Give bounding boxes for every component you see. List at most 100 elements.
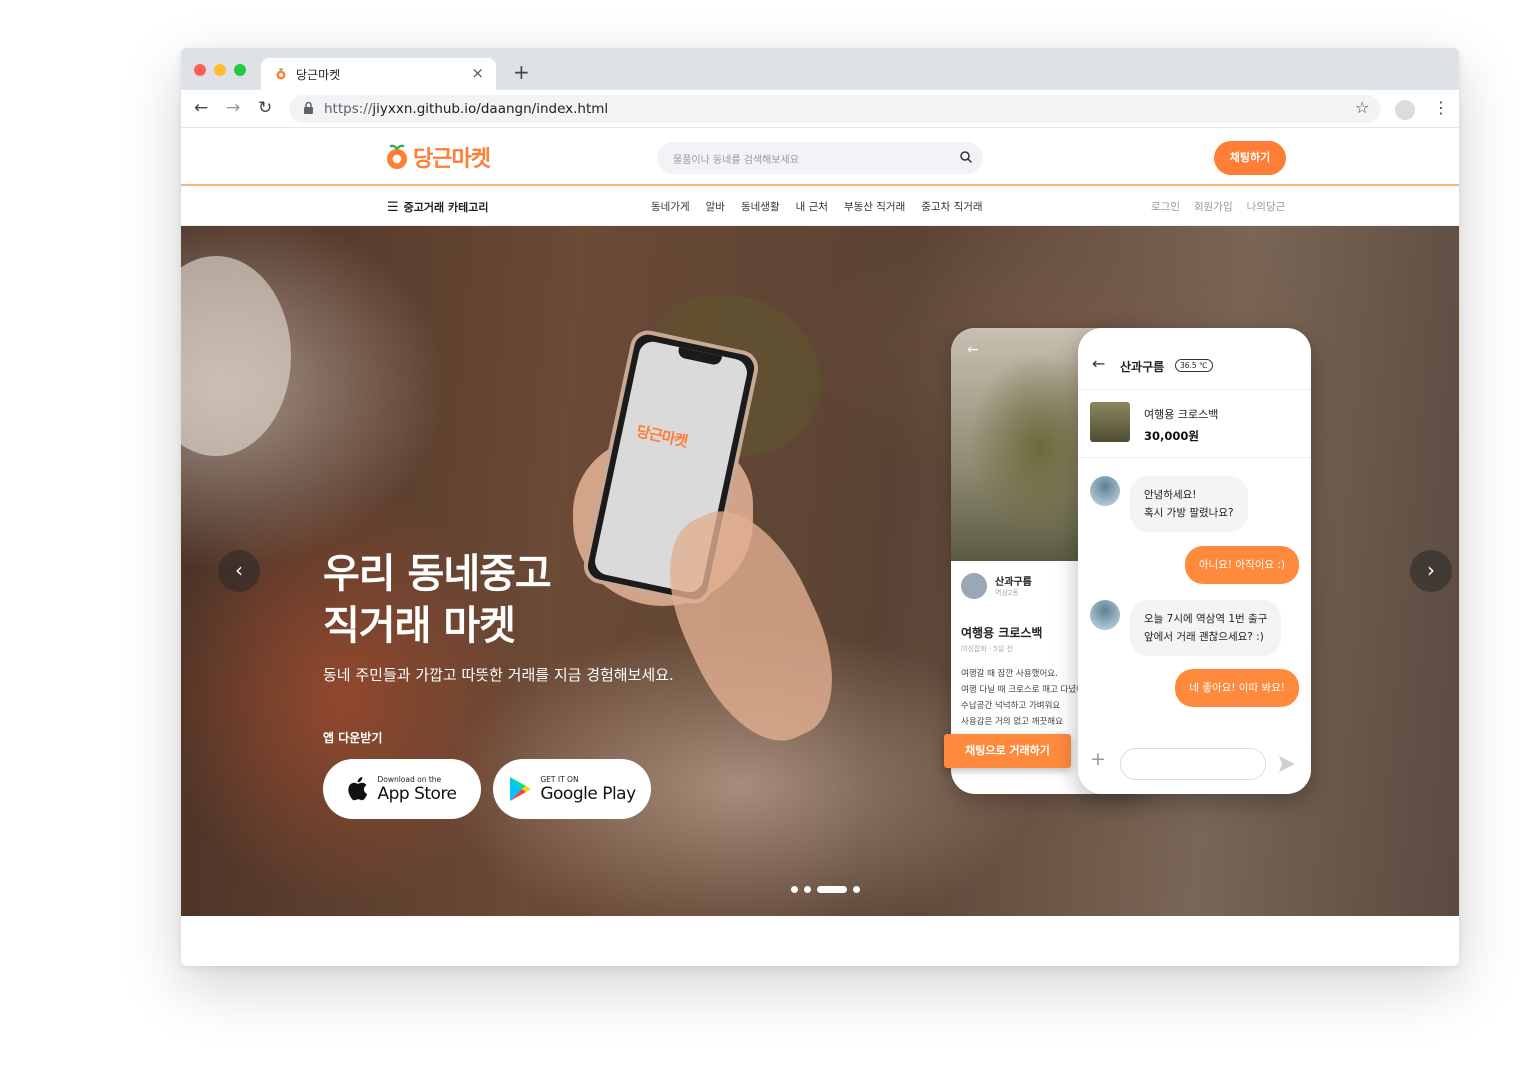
pagination-dot-4[interactable] [853,886,860,893]
googleplay-button[interactable]: GET IT ON Google Play [493,759,651,819]
nav-item-nearby[interactable]: 내 근처 [796,199,828,214]
profile-avatar[interactable] [1395,100,1415,120]
category-label: 중고거래 카테고리 [403,201,489,214]
chat-header: ← 산과구름 36.5 ℃ [1078,328,1311,390]
chat-card: ← 산과구름 36.5 ℃ 여행용 크로스백 30,000원 안녕하세요! 혹시… [1078,328,1311,794]
logo-text: 당근마켓 [413,147,491,172]
login-link[interactable]: 로그인 [1151,199,1180,214]
back-arrow-icon: ← [1092,354,1106,373]
message-line: 앞에서 거래 괜찮으세요? :) [1144,631,1264,643]
nav-item-usedcar[interactable]: 중고차 직거래 [921,199,982,214]
lock-icon [304,101,313,114]
chat-user-name: 산과구름 [1120,360,1165,374]
search-placeholder: 물품이나 동네를 검색해보세요 [673,155,799,166]
address-bar[interactable]: https://jiyxxn.github.io/daangn/index.ht… [289,95,1381,123]
chat-message-input [1120,748,1266,780]
chat-product-price: 30,000원 [1144,429,1199,443]
browser-window: 당근마켓 × + ← → ↻ https://jiyxxn.github.io/… [181,48,1459,966]
global-nav: ☰ 중고거래 카테고리 동네가게 알바 동네생활 내 근처 부동산 직거래 중고차… [181,186,1459,226]
message-line: 안녕하세요! [1144,489,1197,501]
chat-button[interactable]: 채팅하기 [1214,141,1286,175]
item-title: 여행용 크로스백 [961,626,1043,640]
chat-message-outgoing: 아니요! 아직이요 :) [1184,546,1299,584]
next-slide-button[interactable]: › [1410,550,1452,592]
gnb-menu: 동네가게 알바 동네생활 내 근처 부동산 직거래 중고차 직거래 [651,199,983,214]
phone-notch [677,347,723,366]
chat-message-incoming: 안녕하세요! 혹시 가방 팔렸나요? [1130,476,1248,532]
close-window-button[interactable] [194,64,206,76]
back-arrow-icon: ← [967,342,979,358]
nav-item-realestate[interactable]: 부동산 직거래 [844,199,905,214]
chat-partner-avatar [1090,600,1120,630]
chat-partner-avatar [1090,476,1120,506]
googleplay-icon [510,777,532,801]
chevron-right-icon: › [1427,558,1435,582]
googleplay-label: GET IT ON Google Play [540,774,636,804]
googleplay-big-text: Google Play [540,783,636,804]
seller-location: 역삼2동 [995,589,1019,597]
nav-item-community[interactable]: 동네생활 [741,199,780,214]
site-header: 당근마켓 물품이나 동네를 검색해보세요 채팅하기 [181,128,1459,186]
manner-temperature-badge: 36.5 ℃ [1175,359,1213,372]
appstore-label: Download on the App Store [377,775,457,804]
site-logo[interactable]: 당근마켓 [385,142,491,172]
category-menu-button[interactable]: ☰ 중고거래 카테고리 [387,199,488,215]
nav-item-parttime[interactable]: 알바 [706,199,725,214]
chat-message-incoming: 오늘 7시에 역삼역 1번 출구 앞에서 거래 괜찮으세요? :) [1130,600,1282,656]
item-meta: 여성잡화 · 5일 전 [961,645,1013,653]
chat-product-name: 여행용 크로스백 [1144,408,1219,421]
pagination-dot-2[interactable] [804,886,811,893]
hero-title-line1: 우리 동네중고 [323,551,552,597]
bookmark-star-icon[interactable]: ☆ [1355,98,1369,117]
reload-icon[interactable]: ↻ [258,98,272,118]
nav-item-local-store[interactable]: 동네가게 [651,199,690,214]
signup-link[interactable]: 회원가입 [1194,199,1233,214]
plus-icon: + [1090,748,1106,770]
slide-pagination [791,886,860,893]
maximize-window-button[interactable] [234,64,246,76]
forward-arrow-icon[interactable]: → [226,98,240,118]
close-tab-icon[interactable]: × [471,64,484,82]
my-carrot-link[interactable]: 나의당근 [1247,199,1286,214]
pagination-dot-3-active[interactable] [817,886,847,893]
hero-title: 우리 동네중고 직거래 마켓 [323,548,552,652]
chat-product-thumbnail [1090,402,1130,442]
message-line: 혹시 가방 팔렸나요? [1144,507,1234,519]
appstore-big-text: App Store [377,783,457,804]
apple-icon [348,777,368,801]
seller-avatar [961,573,987,599]
back-arrow-icon[interactable]: ← [194,98,208,118]
seller-name: 산과구름 [995,577,1032,588]
browser-toolbar: ← → ↻ https://jiyxxn.github.io/daangn/in… [181,90,1459,128]
browser-tab[interactable]: 당근마켓 × [261,58,496,90]
pagination-dot-1[interactable] [791,886,798,893]
chat-input-bar: + [1078,734,1311,794]
googleplay-small-text: GET IT ON [540,774,579,784]
url-text: https://jiyxxn.github.io/daangn/index.ht… [324,101,609,117]
carrot-logo-icon [387,144,407,169]
minimize-window-button[interactable] [214,64,226,76]
kebab-menu-icon[interactable]: ⋮ [1433,98,1449,117]
chat-trade-button: 채팅으로 거래하기 [944,734,1071,768]
hero-banner: 당근마켓 우리 동네중고 직거래 마켓 동네 주민들과 가깝고 따뜻한 거래를 … [181,226,1459,916]
search-icon[interactable] [959,150,973,164]
phone-screen-logo: 당근마켓 [634,422,689,451]
tab-title: 당근마켓 [296,68,341,82]
send-icon [1279,756,1295,772]
carrot-favicon-icon [276,68,286,80]
download-label: 앱 다운받기 [323,731,383,745]
tab-bar: 당근마켓 × + [181,48,1459,90]
hamburger-icon: ☰ [387,200,399,215]
search-input[interactable]: 물품이나 동네를 검색해보세요 [657,142,983,174]
new-tab-icon[interactable]: + [513,60,530,84]
message-line: 오늘 7시에 역삼역 1번 출구 [1144,613,1268,625]
account-links: 로그인 회원가입 나의당근 [1151,199,1285,214]
hero-subtitle: 동네 주민들과 가깝고 따뜻한 거래를 지금 경험해보세요. [323,666,674,684]
hero-title-line2: 직거래 마켓 [323,603,516,649]
chat-product-info: 여행용 크로스백 30,000원 [1078,390,1311,458]
hero-bg-headphone [181,256,291,456]
appstore-button[interactable]: Download on the App Store [323,759,481,819]
prev-slide-button[interactable]: ‹ [218,550,260,592]
web-page: 당근마켓 물품이나 동네를 검색해보세요 채팅하기 ☰ 중고거래 카테고리 동네가… [181,128,1459,966]
chevron-left-icon: ‹ [235,558,243,582]
